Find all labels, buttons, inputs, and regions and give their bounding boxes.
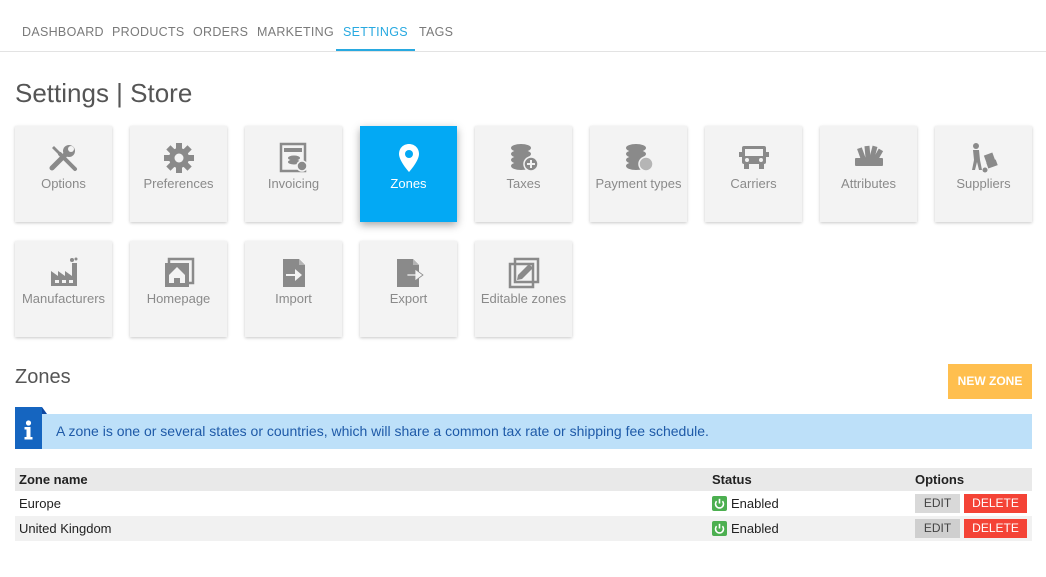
status-cell: Enabled (712, 491, 779, 519)
table-row: United Kingdom Enabled EDIT DELETE (15, 516, 1032, 541)
tile-zones[interactable]: Zones (360, 126, 457, 222)
tile-label: Payment types (595, 176, 682, 191)
coins-plus-icon (511, 144, 539, 172)
tab-marketing[interactable]: MARKETING (250, 0, 341, 51)
tile-suppliers[interactable]: Suppliers (935, 126, 1032, 222)
tile-taxes[interactable]: Taxes (475, 126, 572, 222)
swatches-icon (855, 145, 884, 166)
tab-tags[interactable]: TAGS (412, 0, 460, 51)
truck-icon (739, 146, 769, 169)
tab-dashboard[interactable]: DASHBOARD (15, 0, 111, 51)
tab-products[interactable]: PRODUCTS (105, 0, 192, 51)
table-body: Europe Enabled EDIT DELETE United Kingdo… (15, 491, 1032, 541)
badge-fold (42, 407, 47, 414)
tile-attributes[interactable]: Attributes (820, 126, 917, 222)
status-indicator: Enabled (712, 491, 779, 516)
delete-button[interactable]: DELETE (964, 519, 1027, 538)
tools-icon (49, 145, 77, 171)
tile-homepage[interactable]: Homepage (130, 241, 227, 337)
page-title: Settings | Store (15, 78, 193, 108)
home-icon (165, 257, 195, 287)
zone-name: Europe (19, 496, 61, 511)
status-text: Enabled (731, 496, 779, 511)
status-cell: Enabled (712, 516, 779, 544)
tile-label: Attributes (841, 176, 896, 191)
gear-icon (164, 143, 194, 173)
info-badge (15, 407, 42, 449)
tile-label: Taxes (506, 176, 541, 191)
export-icon (397, 259, 424, 287)
info-text: A zone is one or several states or count… (56, 423, 709, 439)
tile-invoicing[interactable]: Invoicing (245, 126, 342, 222)
tile-import[interactable]: Import (245, 241, 342, 337)
tile-label: Options (41, 176, 86, 191)
tile-label: Zones (390, 176, 427, 191)
tile-preferences[interactable]: Preferences (130, 126, 227, 222)
zone-name: United Kingdom (19, 521, 112, 536)
tile-carriers[interactable]: Carriers (705, 126, 802, 222)
tab-orders[interactable]: ORDERS (186, 0, 255, 51)
tile-label: Suppliers (956, 176, 1011, 191)
status-indicator: Enabled (712, 516, 779, 541)
status-text: Enabled (731, 521, 779, 536)
new-zone-button[interactable]: NEW ZONE (948, 364, 1032, 399)
tile-payment-types[interactable]: Payment types (590, 126, 687, 222)
power-icon[interactable] (712, 496, 727, 511)
edit-box-icon (508, 257, 540, 289)
info-banner: A zone is one or several states or count… (15, 407, 1032, 449)
top-nav: DASHBOARD PRODUCTS ORDERS MARKETING SETT… (0, 0, 1046, 52)
info-icon (24, 420, 33, 440)
column-header-zone-name: Zone name (19, 472, 88, 487)
tile-label: Preferences (143, 176, 214, 191)
tile-label: Import (275, 291, 312, 306)
factory-icon (51, 257, 78, 286)
zones-table: Zone name Status Options Europe Enabled … (15, 468, 1032, 541)
tile-label: Export (389, 291, 428, 306)
tab-settings[interactable]: SETTINGS (336, 0, 415, 51)
tile-options[interactable]: Options (15, 126, 112, 222)
table-row: Europe Enabled EDIT DELETE (15, 491, 1032, 516)
tile-manufacturers[interactable]: Manufacturers (15, 241, 112, 337)
column-header-status: Status (712, 472, 752, 487)
delete-button[interactable]: DELETE (964, 494, 1027, 513)
power-icon[interactable] (712, 521, 727, 536)
edit-button[interactable]: EDIT (915, 494, 960, 513)
tile-label: Editable zones (480, 291, 567, 306)
hand-truck-icon (972, 143, 998, 173)
column-header-options: Options (915, 472, 965, 487)
import-icon (283, 259, 305, 287)
tile-label: Homepage (146, 291, 211, 306)
tile-export[interactable]: Export (360, 241, 457, 337)
table-header: Zone name Status Options (15, 468, 1032, 491)
tile-label: Invoicing (267, 176, 320, 191)
map-pin-icon (399, 144, 419, 172)
section-title: Zones (15, 366, 71, 388)
invoice-icon (279, 142, 308, 173)
edit-button[interactable]: EDIT (915, 519, 960, 538)
tile-editable-zones[interactable]: Editable zones (475, 241, 572, 337)
coins-icon (626, 144, 654, 172)
tile-label: Manufacturers (21, 291, 106, 306)
tile-label: Carriers (730, 176, 777, 191)
